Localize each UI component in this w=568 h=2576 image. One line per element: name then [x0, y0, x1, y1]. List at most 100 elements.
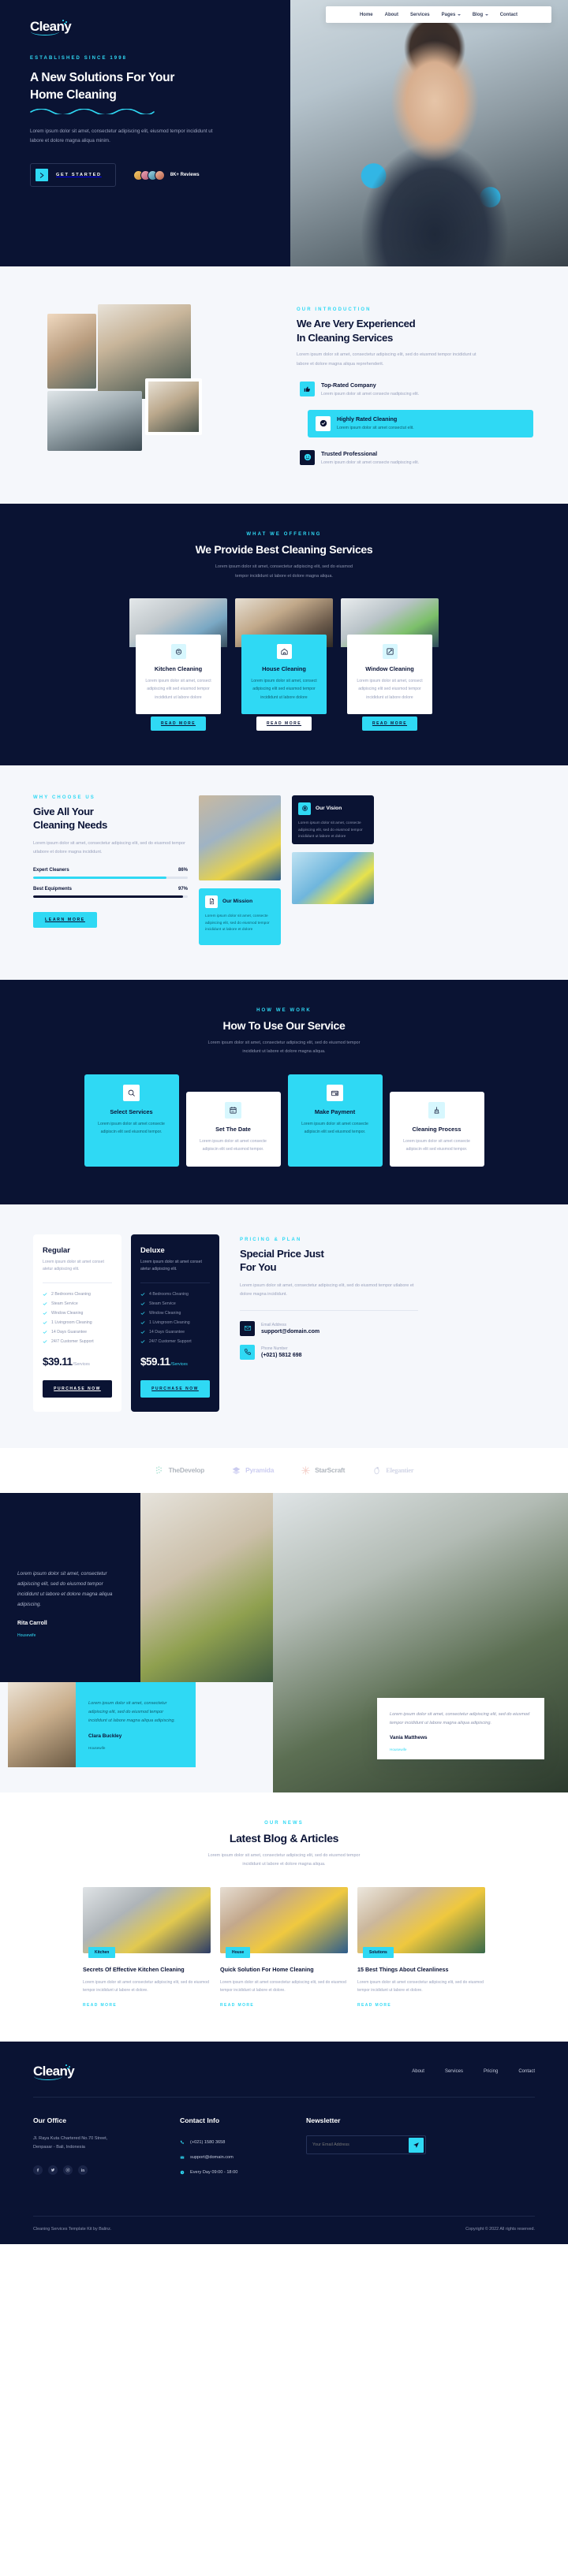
- nav-item-services[interactable]: Services: [410, 13, 430, 17]
- collage-image: [47, 314, 96, 389]
- footer-contact-email[interactable]: support@domain.com: [180, 2155, 306, 2160]
- instagram-icon[interactable]: [63, 2165, 73, 2175]
- mission-desc: Lorem ipsum dolor sit amet, consecte adi…: [205, 914, 270, 932]
- dots-grid-icon: [155, 1466, 162, 1474]
- testimonial-image-small: [8, 1681, 76, 1767]
- intro-title: We Are Very Experienced In Cleaning Serv…: [297, 317, 546, 344]
- footer-navigation[interactable]: About Services Pricing Contact: [412, 2069, 535, 2074]
- starburst-icon: [301, 1466, 310, 1475]
- footer-contact-phone[interactable]: (+021) 1580 3658: [180, 2140, 306, 2145]
- plan-feature: 14 Days Guarantee: [140, 1330, 210, 1335]
- skill-label: Best Equipments: [33, 887, 73, 892]
- contact-phone[interactable]: Phone Number (+021) 5812 698: [240, 1344, 418, 1360]
- footer-office-column: Our Office Jl. Raya Kuta Chartered No.70…: [33, 2116, 180, 2175]
- post-read-more[interactable]: READ MORE: [357, 2003, 391, 2008]
- step-select-services[interactable]: Select Services Lorem ipsum dolor sit am…: [84, 1074, 179, 1167]
- phone-icon: [240, 1344, 255, 1360]
- nav-item-pages[interactable]: Pages: [442, 13, 461, 17]
- plan-price: $39.11 /Services: [43, 1356, 112, 1368]
- divider: [240, 1309, 418, 1311]
- post-tag[interactable]: Kitchen: [88, 1946, 116, 1958]
- testimonial-name: Vania Matthews: [390, 1734, 428, 1740]
- post-read-more[interactable]: READ MORE: [220, 2003, 254, 2008]
- check-icon: [140, 1321, 145, 1324]
- footer-logo[interactable]: Cleany: [33, 2064, 75, 2081]
- footer-nav-contact[interactable]: Contact: [518, 2069, 535, 2074]
- blog-post-kitchen[interactable]: Kitchen Secrets Of Effective Kitchen Cle…: [83, 1886, 211, 2010]
- step-title: Cleaning Process: [412, 1125, 462, 1133]
- step-title: Make Payment: [314, 1107, 356, 1115]
- footer-nav-pricing[interactable]: Pricing: [484, 2069, 498, 2074]
- nav-item-blog[interactable]: Blog: [473, 13, 488, 17]
- service-card-list: Kitchen Cleaning Lorem ipsum dolor sit a…: [0, 598, 568, 731]
- post-image: House: [220, 1886, 348, 1958]
- service-card-window[interactable]: Window Cleaning Lorem ipsum dolor sit am…: [341, 598, 439, 731]
- plan-feature: 1 Livingroom Cleaning: [43, 1320, 112, 1325]
- read-more-button[interactable]: READ MORE: [150, 716, 207, 731]
- pricing-card-regular[interactable]: Regular Lorem ipsum dolor sit amet conse…: [33, 1234, 121, 1412]
- plan-feature: Steam Service: [140, 1301, 210, 1306]
- step-cleaning-process[interactable]: Cleaning Process Lorem ipsum dolor sit a…: [389, 1091, 484, 1167]
- facebook-icon[interactable]: [33, 2165, 43, 2175]
- footer-contact-column: Contact Info (+021) 1580 3658 support@do…: [180, 2116, 306, 2175]
- read-more-button[interactable]: READ MORE: [256, 716, 312, 731]
- how-subtitle-line2: incididunt ut labore et dolore magna ali…: [242, 1049, 326, 1055]
- sparkle-icon: [62, 20, 69, 24]
- intro-feature-highly-rated[interactable]: Highly Rated Cleaning Lorem ipsum dolor …: [308, 410, 533, 437]
- footer-copyright: Copyright © 2022 All rights reserved.: [465, 2227, 535, 2232]
- footer-nav-about[interactable]: About: [412, 2069, 424, 2074]
- social-links[interactable]: [33, 2165, 180, 2175]
- post-tag[interactable]: House: [226, 1946, 251, 1958]
- blog-title: Latest Blog & Articles: [229, 1831, 339, 1845]
- newsletter-submit-button[interactable]: [409, 2137, 424, 2153]
- blog-eyebrow: OUR NEWS: [264, 1820, 304, 1826]
- contact-email[interactable]: Email Address support@domain.com: [240, 1320, 418, 1336]
- phone-label: Phone Number: [261, 1346, 288, 1351]
- feature-title: Trusted Professional: [321, 449, 378, 457]
- get-started-button[interactable]: GET STARTED: [30, 163, 116, 188]
- footer-contact-heading: Contact Info: [180, 2116, 220, 2125]
- plan-feature: 1 Livingroom Cleaning: [140, 1320, 210, 1325]
- pricing-section: Regular Lorem ipsum dolor sit amet conse…: [0, 1204, 568, 1448]
- step-make-payment[interactable]: Make Payment Lorem ipsum dolor sit amet …: [287, 1074, 383, 1167]
- plan-desc: Lorem ipsum dolor sit amet conset atetur…: [43, 1260, 104, 1272]
- newsletter-form[interactable]: [306, 2135, 426, 2155]
- testimonial-quote: Lorem ipsum dolor sit amet, consectetur …: [88, 1700, 176, 1723]
- post-read-more[interactable]: READ MORE: [83, 2003, 117, 2008]
- brand-logo[interactable]: Cleany: [30, 19, 72, 35]
- ring-icon: [374, 1466, 379, 1475]
- twitter-icon[interactable]: [48, 2165, 58, 2175]
- pricing-card-deluxe[interactable]: Deluxe Lorem ipsum dolor sit amet conset…: [131, 1234, 219, 1412]
- swoosh-underline: [31, 32, 59, 35]
- post-tag[interactable]: Solutions: [363, 1946, 394, 1958]
- nav-item-about[interactable]: About: [385, 13, 398, 17]
- vision-card[interactable]: Our Vision Lorem ipsum dolor sit amet, c…: [292, 795, 374, 844]
- purchase-button[interactable]: PURCHASE NOW: [140, 1379, 210, 1398]
- address-line2: Denpasar - Bali, Indonesia: [33, 2145, 85, 2150]
- why-title: Give All Your Cleaning Needs: [33, 805, 188, 832]
- service-card-kitchen[interactable]: Kitchen Cleaning Lorem ipsum dolor sit a…: [129, 598, 227, 731]
- why-title-line2: Cleaning Needs: [33, 819, 108, 832]
- linkedin-icon[interactable]: [78, 2165, 88, 2175]
- newsletter-email-input[interactable]: [312, 2142, 396, 2148]
- phone-icon: [180, 2141, 184, 2144]
- testimonial-role: Housewife: [17, 1633, 36, 1639]
- testimonial-image-kitchen: [140, 1492, 273, 1682]
- read-more-button[interactable]: READ MORE: [361, 716, 418, 731]
- hero-title-line1: A New Solutions For Your: [30, 71, 175, 84]
- footer-nav-services[interactable]: Services: [445, 2069, 463, 2074]
- main-navigation[interactable]: Home About Services Pages Blog Contact: [326, 6, 551, 23]
- mission-card[interactable]: Our Mission Lorem ipsum dolor sit amet, …: [199, 888, 281, 945]
- service-card-house[interactable]: House Cleaning Lorem ipsum dolor sit ame…: [235, 598, 333, 731]
- learn-more-button[interactable]: LEARN MORE: [33, 912, 97, 929]
- blog-post-house[interactable]: House Quick Solution For Home Cleaning L…: [220, 1886, 348, 2010]
- nav-item-home[interactable]: Home: [360, 13, 373, 17]
- intro-feature-trusted[interactable]: Trusted Professional Lorem ipsum dolor s…: [297, 447, 546, 469]
- step-set-the-date[interactable]: Set The Date Lorem ipsum dolor sit amet …: [185, 1091, 281, 1167]
- blog-post-solutions[interactable]: Solutions 15 Best Things About Cleanline…: [357, 1886, 485, 2010]
- purchase-button[interactable]: PURCHASE NOW: [43, 1379, 112, 1398]
- nav-item-contact[interactable]: Contact: [500, 13, 518, 17]
- intro-feature-top-rated[interactable]: Top-Rated Company Lorem ipsum dolor sit …: [297, 378, 546, 400]
- testimonial-name: Clara Buckley: [88, 1733, 122, 1739]
- why-choose-us-section: WHY CHOOSE US Give All Your Cleaning Nee…: [0, 765, 568, 980]
